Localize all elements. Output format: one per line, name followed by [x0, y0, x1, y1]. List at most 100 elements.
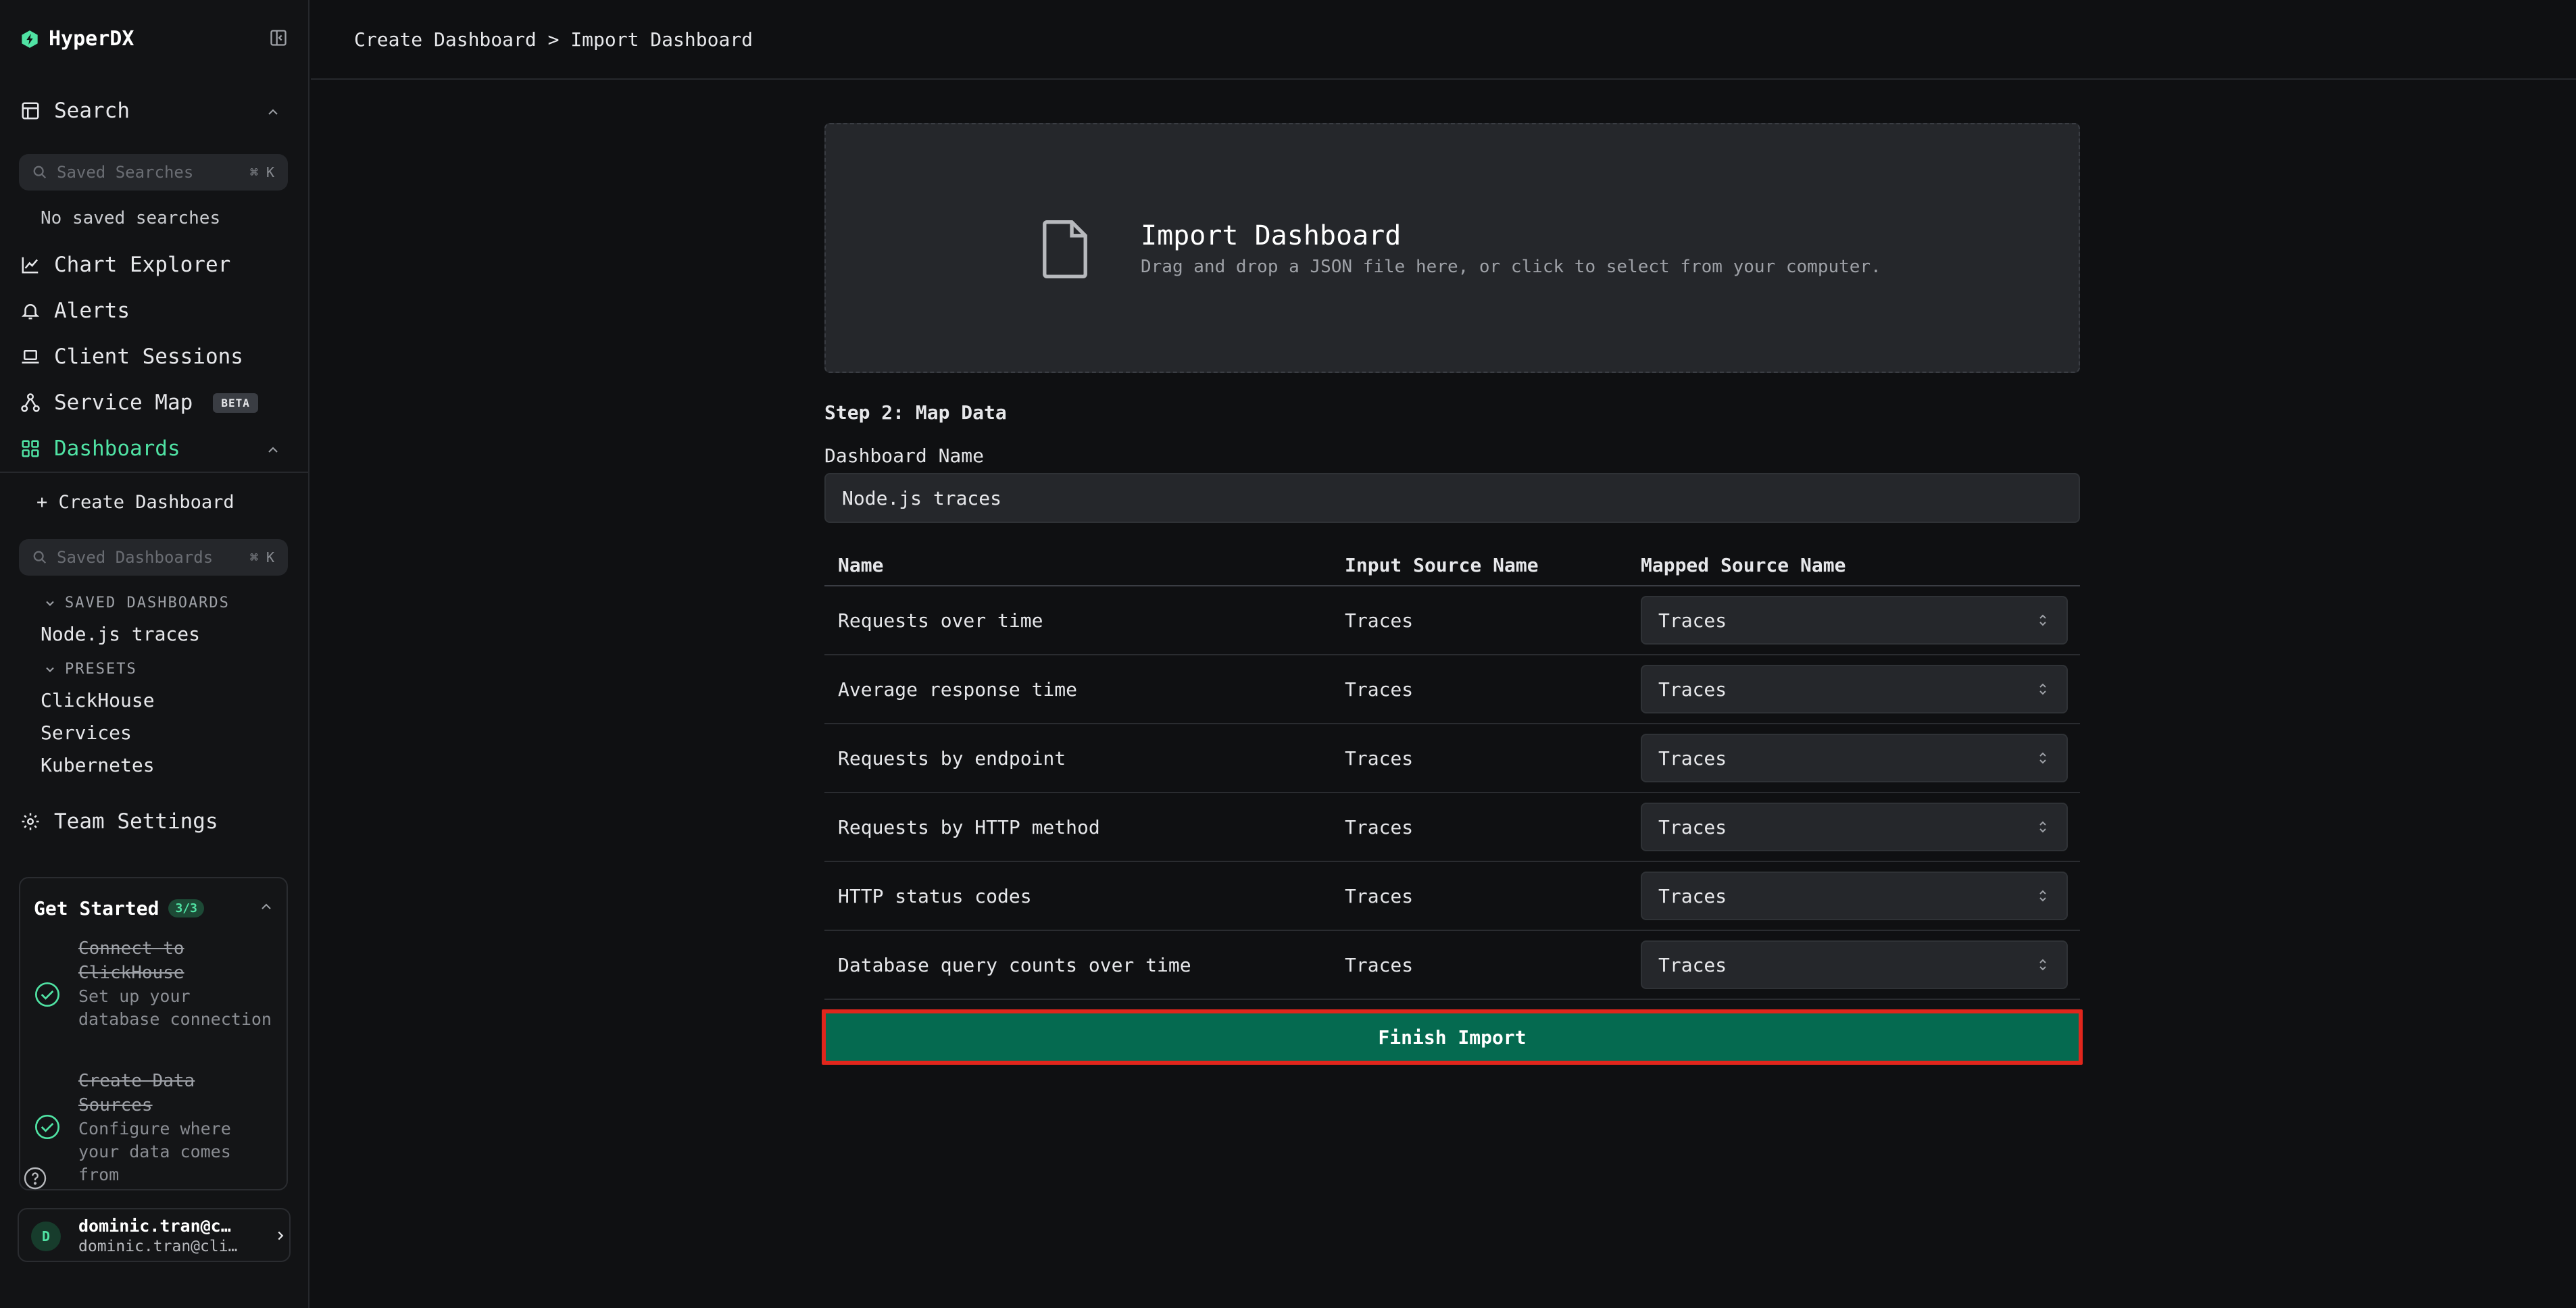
preset-kubernetes[interactable]: Kubernetes — [41, 754, 155, 776]
select-value: Traces — [1658, 609, 1727, 632]
chevron-up-icon[interactable] — [265, 442, 281, 458]
check-circle-icon — [35, 982, 59, 1007]
dashboard-name-label: Dashboard Name — [824, 445, 985, 467]
nav-chart-explorer[interactable]: Chart Explorer — [20, 253, 230, 277]
table-icon — [22, 102, 39, 120]
table-row: Database query counts over time Traces T… — [824, 931, 2080, 1000]
nav-alerts[interactable]: Alerts — [20, 299, 130, 323]
nav-dashboards[interactable]: Dashboards — [20, 436, 180, 461]
select-value: Traces — [1658, 678, 1727, 701]
sidebar-collapse-icon[interactable] — [269, 28, 288, 47]
mapped-source-select[interactable]: Traces — [1641, 803, 2068, 851]
saved-dashboards-section[interactable]: SAVED DASHBOARDS — [43, 595, 230, 611]
app-name: HyperDX — [49, 27, 134, 51]
saved-dashboards-input[interactable]: Saved Dashboards ⌘ K — [19, 539, 288, 576]
import-dropzone[interactable]: Import Dashboard Drag and drop a JSON fi… — [824, 123, 2080, 373]
table-row: Average response time Traces Traces — [824, 655, 2080, 724]
column-header-name: Name — [838, 554, 884, 576]
table-header-row: Name Input Source Name Mapped Source Nam… — [824, 540, 2080, 586]
mapped-source-select[interactable]: Traces — [1641, 734, 2068, 782]
mapped-source-select[interactable]: Traces — [1641, 665, 2068, 713]
presets-section[interactable]: PRESETS — [43, 661, 137, 678]
preset-clickhouse[interactable]: ClickHouse — [41, 689, 155, 711]
mapped-source-select[interactable]: Traces — [1641, 940, 2068, 989]
saved-dashboard-item[interactable]: Node.js traces — [41, 623, 200, 645]
brand[interactable]: HyperDX — [20, 27, 134, 51]
chevron-up-icon[interactable] — [258, 899, 274, 915]
help-icon[interactable] — [23, 1166, 47, 1190]
column-header-input-source: Input Source Name — [1345, 554, 1539, 576]
presets-heading: PRESETS — [65, 661, 137, 678]
row-name: Requests by HTTP method — [838, 816, 1100, 838]
file-icon — [1043, 220, 1087, 278]
user-menu[interactable]: D dominic.tran@c… dominic.tran@cli… — [18, 1208, 291, 1262]
step-title: Create Data Sources — [78, 1071, 195, 1115]
row-name: Requests by endpoint — [838, 747, 1066, 770]
nav-team-settings-label: Team Settings — [54, 809, 218, 834]
step-heading: Step 2: Map Data — [824, 401, 1007, 424]
saved-dashboards-placeholder: Saved Dashboards — [57, 548, 214, 567]
gear-icon — [22, 813, 39, 830]
row-name: Database query counts over time — [838, 954, 1191, 976]
select-arrows-icon — [2039, 959, 2046, 971]
chart-line-icon — [22, 257, 39, 274]
dashboard-name-input[interactable] — [824, 473, 2080, 523]
saved-searches-placeholder: Saved Searches — [57, 163, 194, 182]
check-circle-icon — [35, 1115, 59, 1139]
nav-team-settings[interactable]: Team Settings — [20, 809, 218, 834]
select-arrows-icon — [2039, 614, 2046, 626]
row-name: Average response time — [838, 678, 1078, 701]
finish-import-button[interactable]: Finish Import — [826, 1013, 2079, 1061]
select-value: Traces — [1658, 953, 1727, 976]
search-icon — [33, 551, 47, 564]
chevron-down-icon — [46, 601, 54, 606]
service-map-icon — [21, 393, 40, 412]
nav-search-label: Search — [54, 99, 130, 123]
step-description: Set up your database connection — [78, 986, 272, 1029]
step-title: Connect to ClickHouse — [78, 938, 184, 983]
import-title: Import Dashboard — [1141, 220, 1402, 251]
nav-service-map-label: Service Map — [54, 391, 193, 415]
user-name: dominic.tran@c… — [78, 1216, 231, 1236]
saved-dashboards-heading: SAVED DASHBOARDS — [65, 595, 230, 611]
select-value: Traces — [1658, 815, 1727, 838]
nav-alerts-label: Alerts — [54, 299, 130, 323]
create-dashboard-link[interactable]: + Create Dashboard — [36, 492, 234, 513]
nav-dashboards-label: Dashboards — [54, 436, 180, 461]
row-input-source: Traces — [1345, 885, 1414, 907]
mapped-source-select[interactable]: Traces — [1641, 872, 2068, 920]
breadcrumb: Create Dashboard > Import Dashboard — [354, 28, 753, 51]
select-value: Traces — [1658, 747, 1727, 770]
mapping-table: Name Input Source Name Mapped Source Nam… — [824, 540, 2080, 1000]
nav-client-sessions[interactable]: Client Sessions — [20, 345, 243, 369]
beta-badge: BETA — [213, 393, 258, 413]
row-input-source: Traces — [1345, 816, 1414, 838]
row-input-source: Traces — [1345, 954, 1414, 976]
saved-searches-input[interactable]: Saved Searches ⌘ K — [19, 154, 288, 191]
mapped-source-select[interactable]: Traces — [1641, 596, 2068, 645]
select-arrows-icon — [2039, 821, 2046, 833]
table-row: Requests over time Traces Traces — [824, 586, 2080, 655]
nav-chart-explorer-label: Chart Explorer — [54, 253, 231, 277]
hyperdx-logo-icon — [22, 30, 38, 48]
table-row: Requests by endpoint Traces Traces — [824, 724, 2080, 793]
progress-badge: 3/3 — [168, 899, 204, 917]
preset-services[interactable]: Services — [41, 722, 132, 744]
grid-icon — [22, 440, 39, 457]
nav-search[interactable]: Search — [20, 99, 130, 123]
get-started-panel: Get Started 3/3 Connect to ClickHouse Se… — [19, 877, 288, 1190]
bell-icon — [21, 304, 40, 320]
get-started-label: Get Started — [34, 897, 159, 920]
select-arrows-icon — [2039, 890, 2046, 902]
row-input-source: Traces — [1345, 678, 1414, 701]
get-started-title[interactable]: Get Started 3/3 — [34, 897, 204, 920]
row-input-source: Traces — [1345, 747, 1414, 770]
select-value: Traces — [1658, 884, 1727, 907]
sidebar: HyperDX Search Saved Searches ⌘ K No sav… — [0, 0, 309, 1308]
row-name: Requests over time — [838, 609, 1043, 632]
no-saved-searches: No saved searches — [41, 208, 221, 228]
shortcut-hint: ⌘ K — [249, 164, 274, 180]
shortcut-hint: ⌘ K — [249, 549, 274, 565]
nav-service-map[interactable]: Service Map BETA — [20, 391, 258, 415]
chevron-up-icon[interactable] — [265, 104, 281, 120]
